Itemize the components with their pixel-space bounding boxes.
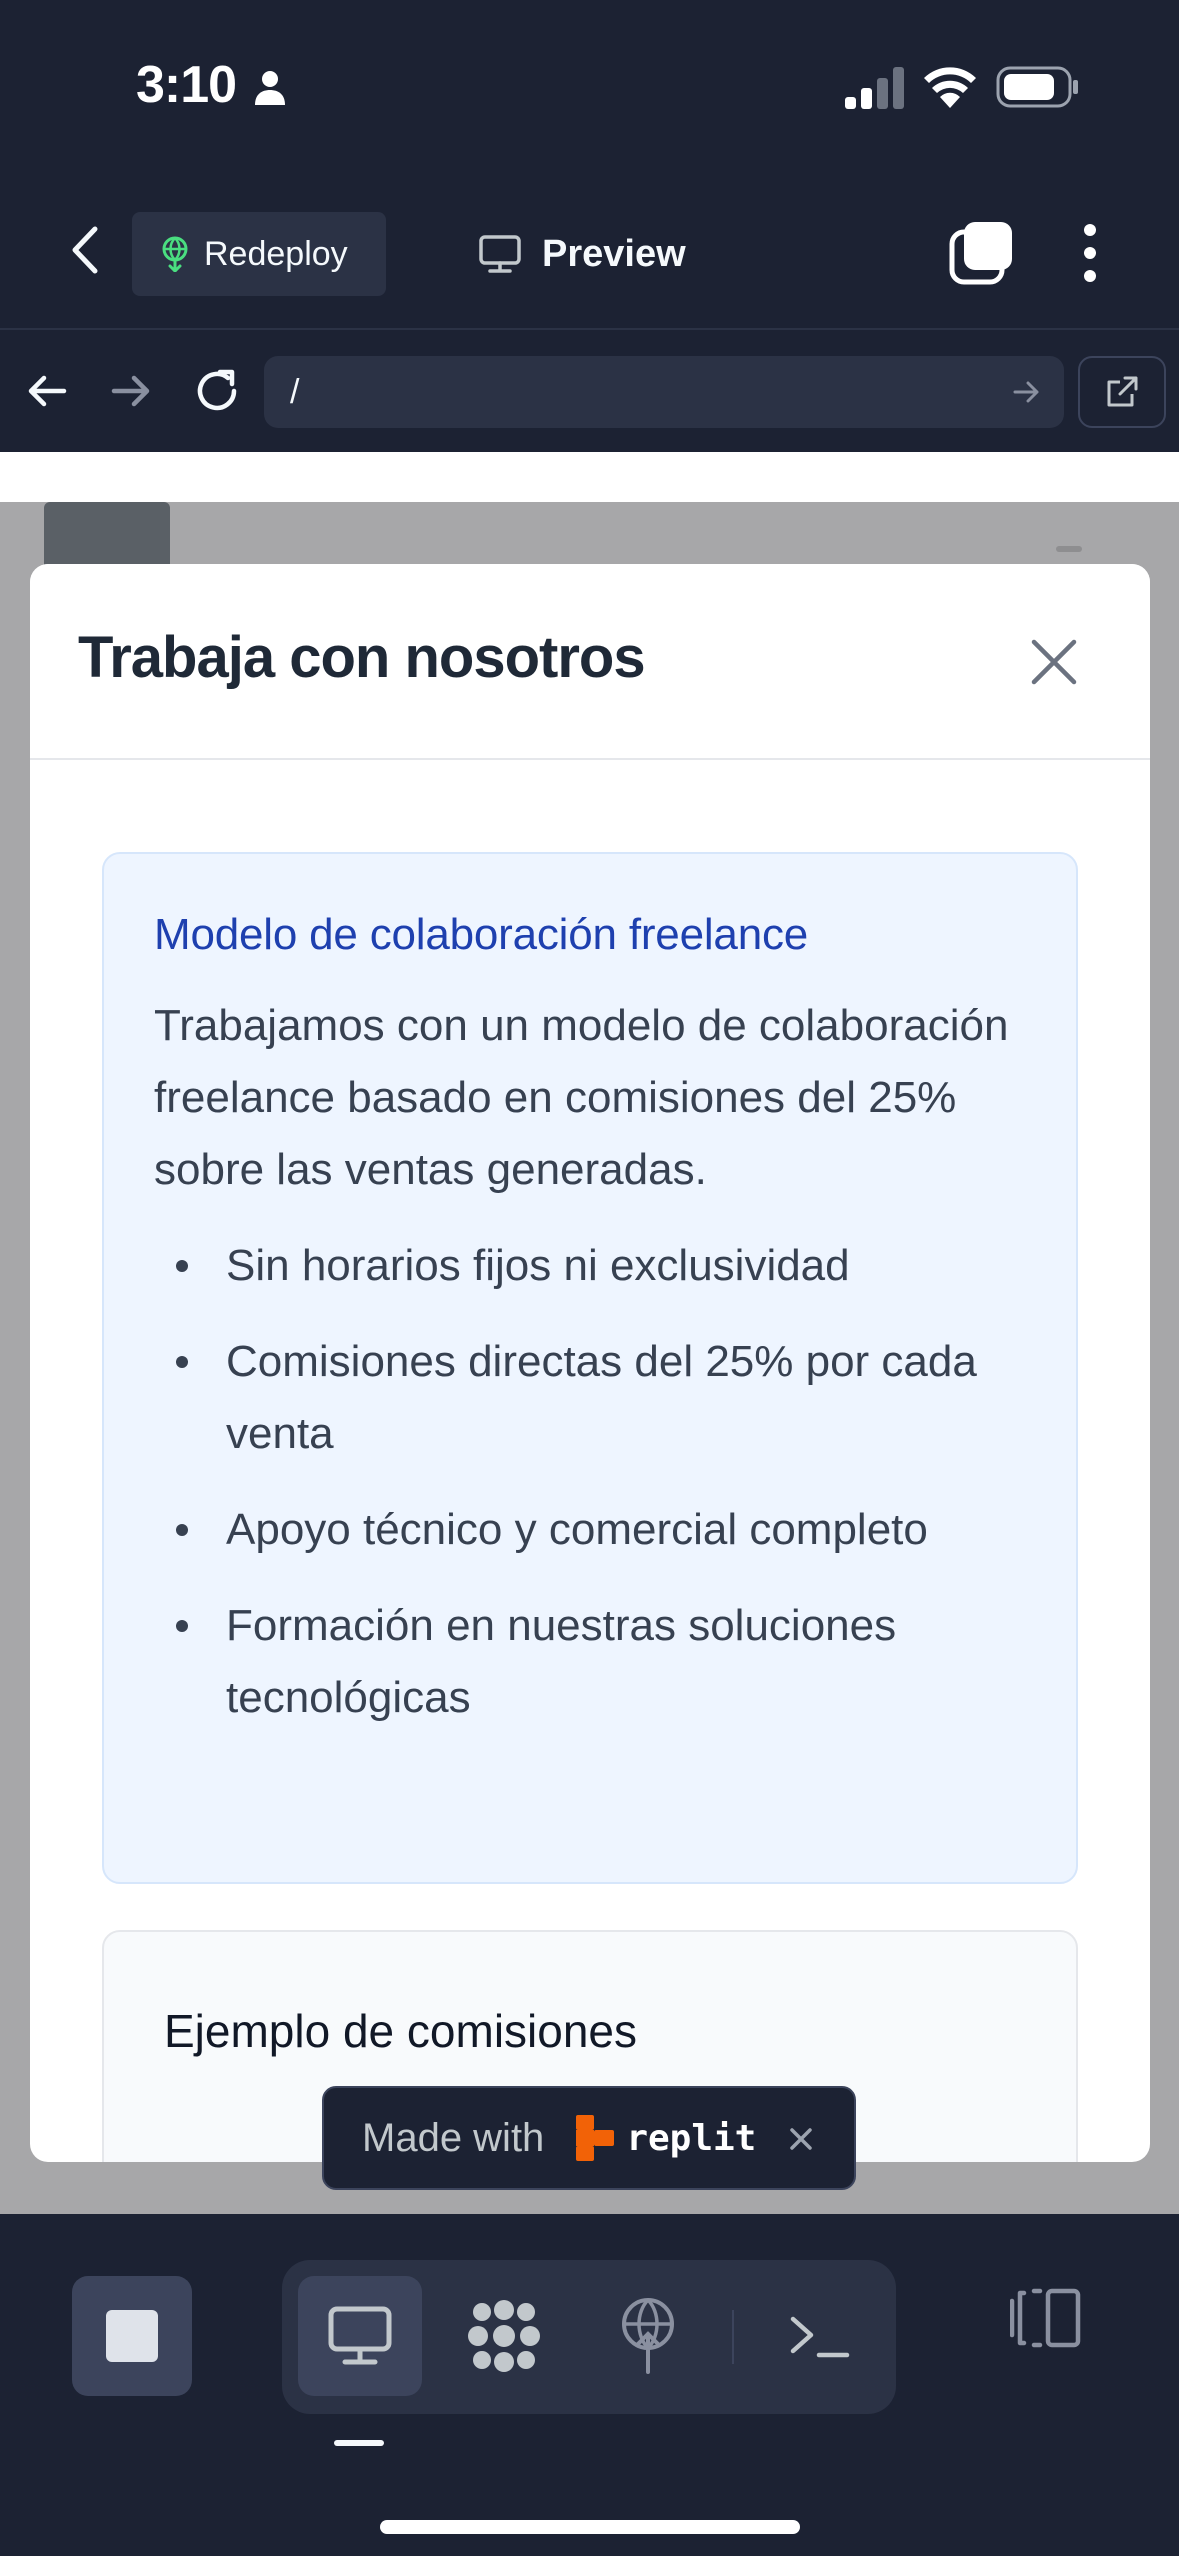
person-icon (255, 71, 285, 105)
reload-icon[interactable] (190, 364, 244, 418)
status-time: 3:10 (136, 56, 237, 114)
list-item: Formación en nuestras soluciones tecnoló… (154, 1590, 1026, 1734)
status-bar: 3:10 (0, 0, 1179, 170)
signal-icon (845, 67, 904, 109)
list-item: Sin horarios fijos ni exclusividad (154, 1230, 1026, 1302)
tool-shell[interactable] (758, 2276, 882, 2396)
redeploy-button[interactable]: Redeploy (132, 212, 386, 296)
list-item: Comisiones directas del 25% por cada ven… (154, 1326, 1026, 1470)
active-tool-indicator (334, 2440, 384, 2446)
battery-icon (996, 66, 1078, 108)
modal-title: Trabaja con nosotros (78, 625, 646, 690)
stop-button[interactable] (72, 2276, 192, 2396)
page-header-background (0, 452, 1179, 502)
panels-icon (1010, 2288, 1081, 2348)
page-menu-hint (1056, 546, 1082, 552)
arrow-left-icon[interactable] (22, 366, 72, 416)
chevron-left-icon (72, 226, 98, 274)
work-with-us-modal: Trabaja con nosotros Modelo de colaborac… (30, 564, 1150, 2162)
replit-logo-icon (576, 2115, 615, 2161)
modal-body[interactable]: Modelo de colaboración freelance Trabaja… (30, 760, 1150, 2162)
modal-header: Trabaja con nosotros (30, 564, 1150, 760)
close-icon[interactable] (1026, 634, 1082, 690)
made-with-replit-badge[interactable]: Made with replit (322, 2086, 856, 2190)
redeploy-label: Redeploy (204, 234, 348, 273)
freelance-model-card: Modelo de colaboración freelance Trabaja… (102, 852, 1078, 1884)
card-heading: Modelo de colaboración freelance (154, 910, 809, 959)
tool-divider (732, 2310, 734, 2364)
back-button[interactable] (56, 220, 112, 280)
list-item: Apoyo técnico y comercial completo (154, 1494, 1026, 1566)
example-heading: Ejemplo de comisiones (164, 2005, 638, 2057)
stop-icon (106, 2310, 158, 2362)
card-paragraph: Trabajamos con un modelo de colaboración… (154, 1001, 1009, 1194)
home-indicator[interactable] (380, 2520, 800, 2534)
tool-switcher (282, 2260, 896, 2414)
monitor-icon (328, 2306, 392, 2365)
tabs-icon[interactable] (948, 220, 1014, 286)
panels-button[interactable] (1006, 2278, 1086, 2358)
wifi-icon (924, 67, 976, 108)
preview-tab[interactable]: Preview (478, 212, 686, 296)
replit-wordmark: replit (626, 2117, 757, 2159)
preview-area: Trabaja con nosotros Modelo de colaborac… (0, 452, 1179, 2214)
page-logo (44, 502, 170, 572)
deploy-icon (162, 236, 188, 272)
close-icon[interactable] (786, 2124, 816, 2154)
more-vertical-icon[interactable] (1070, 218, 1110, 288)
url-text: / (290, 372, 300, 411)
benefits-list: Sin horarios fijos ni exclusividad Comis… (154, 1230, 1026, 1734)
arrow-right-icon[interactable] (106, 366, 156, 416)
address-bar: / (0, 332, 1179, 452)
bottom-toolbar (0, 2214, 1179, 2556)
preview-label: Preview (542, 232, 686, 275)
open-external-icon (1107, 376, 1138, 407)
agent-icon (468, 2300, 540, 2372)
monitor-icon (479, 235, 521, 273)
tool-agent[interactable] (442, 2276, 566, 2396)
open-external-button[interactable] (1078, 356, 1166, 428)
url-field[interactable]: / (264, 356, 1064, 428)
tool-deploy[interactable] (586, 2276, 710, 2396)
tool-preview[interactable] (298, 2276, 422, 2396)
deploy-icon (622, 2298, 674, 2374)
app-bar: Redeploy Preview (0, 170, 1179, 330)
terminal-icon (790, 2316, 850, 2358)
made-with-label: Made with (362, 2115, 545, 2160)
arrow-right-icon[interactable] (1010, 376, 1042, 408)
